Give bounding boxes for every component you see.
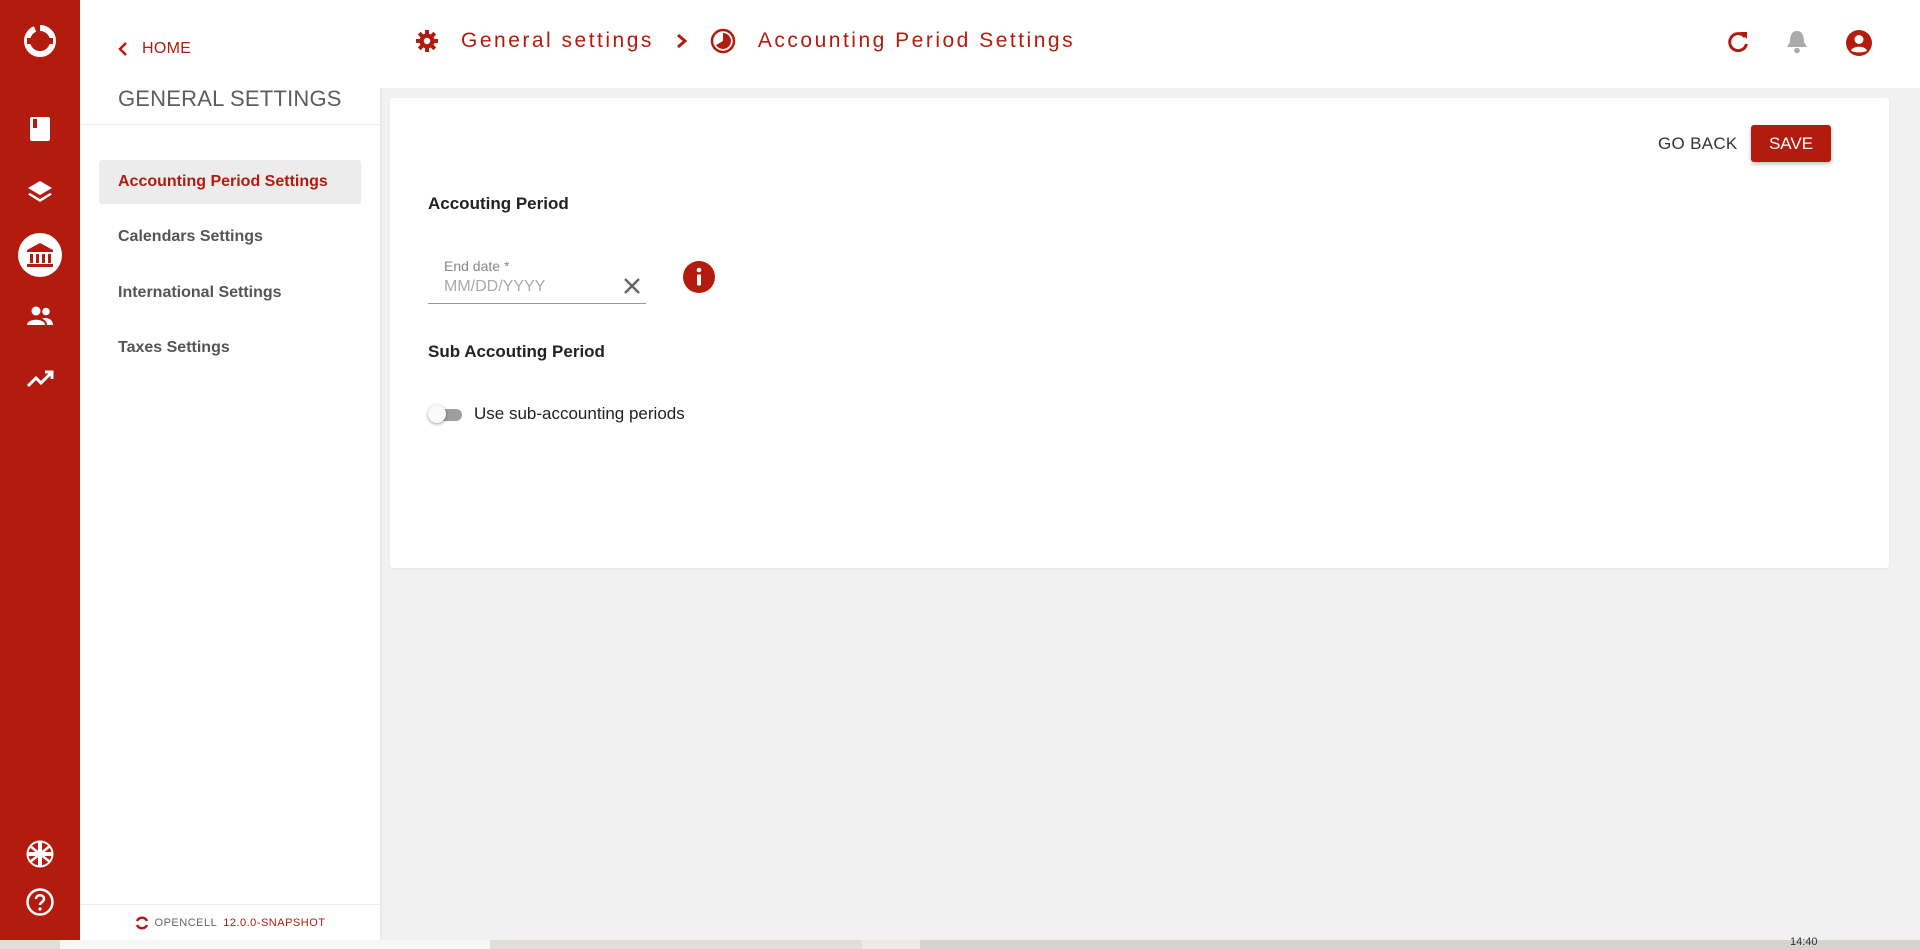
layers-icon[interactable]	[0, 180, 80, 204]
go-back-button[interactable]: GO BACK	[1658, 134, 1738, 154]
sub-periods-toggle[interactable]	[428, 404, 464, 424]
opencell-logo-icon	[135, 916, 148, 929]
refresh-icon[interactable]	[1725, 29, 1751, 60]
home-label: HOME	[142, 40, 192, 57]
sub-periods-toggle-label: Use sub-accounting periods	[474, 404, 685, 423]
sidebar-item-taxes[interactable]: Taxes Settings	[99, 326, 361, 370]
section-title-sub-accounting-period: Sub Accouting Period	[428, 342, 605, 361]
sidebar-item-label: International Settings	[118, 284, 282, 301]
end-date-input[interactable]	[444, 276, 614, 298]
version-label: 12.0.0-SNAPSHOT	[223, 916, 326, 929]
section-title-accounting-period: Accouting Period	[428, 194, 569, 213]
close-icon[interactable]	[622, 276, 642, 301]
breadcrumb: General settings Accounting Period Setti…	[415, 28, 1075, 54]
toggle-thumb	[428, 405, 446, 423]
end-date-label: End date *	[444, 258, 510, 274]
gear-icon	[416, 30, 438, 52]
sidebar-section-title: GENERAL SETTINGS	[118, 86, 342, 111]
help-circle-icon[interactable]	[0, 888, 80, 916]
chevron-left-icon	[118, 42, 127, 56]
people-icon[interactable]	[0, 306, 80, 326]
icon-rail	[0, 0, 80, 940]
info-icon[interactable]	[682, 260, 716, 299]
divider	[80, 124, 380, 125]
settings-sidebar: HOME GENERAL SETTINGS Accounting Period …	[80, 0, 380, 940]
sidebar-item-calendars[interactable]: Calendars Settings	[99, 215, 361, 259]
trending-up-icon[interactable]	[0, 370, 80, 388]
sidebar-item-label: Accounting Period Settings	[118, 173, 328, 190]
sidebar-item-label: Taxes Settings	[118, 339, 230, 356]
clock-half-icon	[710, 28, 736, 54]
sub-periods-toggle-row: Use sub-accounting periods	[428, 404, 685, 424]
top-bar: General settings Accounting Period Setti…	[380, 0, 1920, 88]
home-link[interactable]: HOME	[118, 40, 191, 58]
taskbar-clock: 14:40	[1790, 936, 1818, 948]
book-icon[interactable]	[0, 116, 80, 142]
breadcrumb-general-settings[interactable]: General settings	[461, 29, 654, 53]
breadcrumb-current-page: Accounting Period Settings	[757, 29, 1076, 52]
sidebar-item-accounting-period[interactable]: Accounting Period Settings	[99, 160, 361, 204]
chevron-right-icon	[676, 33, 688, 49]
accounting-period-form: GO BACK SAVE Accouting Period End date *…	[390, 98, 1889, 568]
bank-icon[interactable]	[0, 233, 80, 277]
version-footer: OPENCELL 12.0.0-SNAPSHOT	[80, 904, 380, 940]
account-circle-icon[interactable]	[1845, 29, 1873, 62]
opencell-logo-icon[interactable]	[0, 24, 80, 58]
bell-icon[interactable]	[1785, 29, 1809, 60]
sidebar-item-label: Calendars Settings	[118, 228, 263, 245]
uk-flag-icon[interactable]	[0, 840, 80, 868]
end-date-field[interactable]: End date *	[428, 256, 646, 304]
save-button[interactable]: SAVE	[1751, 125, 1831, 162]
sidebar-item-international[interactable]: International Settings	[99, 271, 361, 315]
taskbar-window[interactable]	[60, 940, 490, 949]
taskbar-window[interactable]	[920, 940, 1920, 949]
taskbar-window[interactable]	[862, 940, 920, 949]
os-taskbar: 14:40	[0, 936, 1920, 949]
brand-name: OPENCELL	[154, 916, 218, 929]
